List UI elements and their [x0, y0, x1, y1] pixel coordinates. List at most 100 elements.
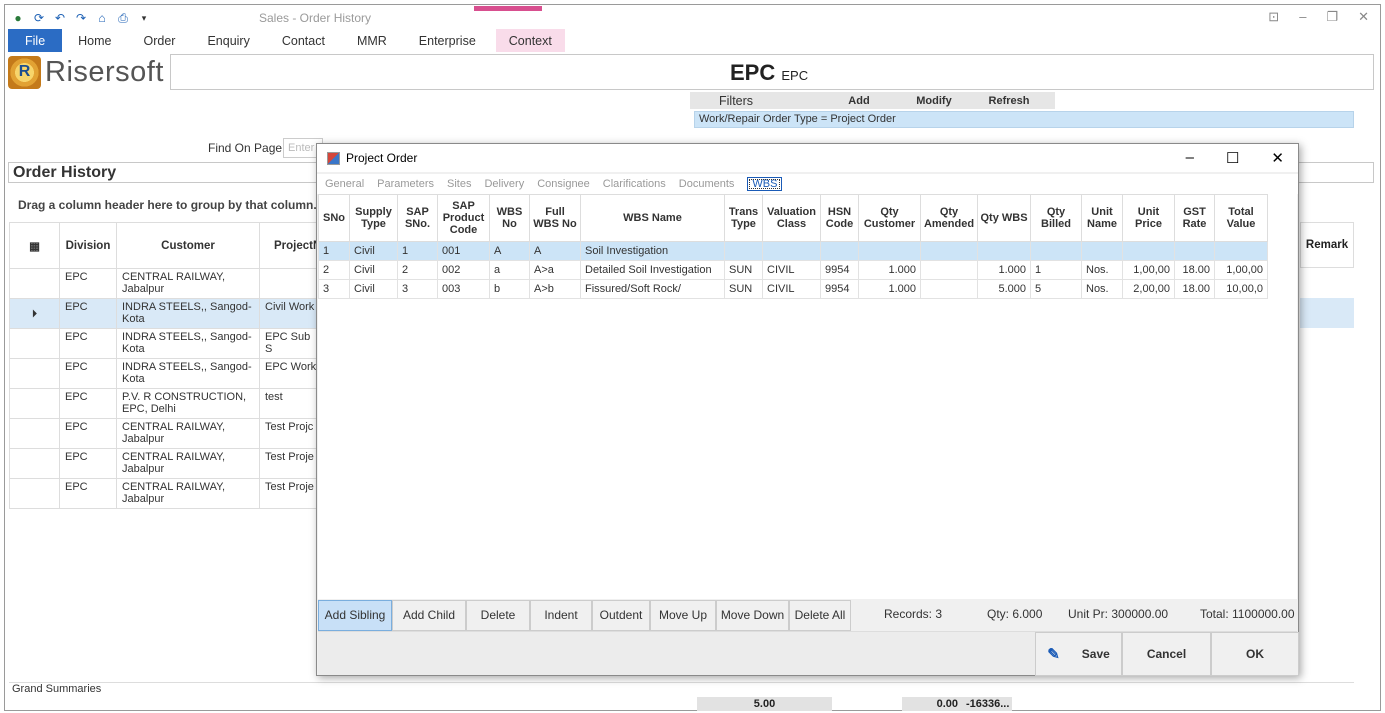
col-total-value[interactable]: Total Value: [1214, 194, 1268, 242]
outdent-button[interactable]: Outdent: [592, 599, 650, 631]
table-row[interactable]: EPC INDRA STEELS,, Sangod-Kota EPC Work: [9, 358, 323, 389]
col-unit-price[interactable]: Unit Price: [1122, 194, 1175, 242]
filter-add-button[interactable]: Add: [829, 95, 889, 107]
grand-total: Total: 1100000.00: [1200, 607, 1295, 621]
col-unit-name[interactable]: Unit Name: [1081, 194, 1123, 242]
column-project[interactable]: ProjectN: [258, 222, 323, 269]
table-row[interactable]: EPC P.V. R CONSTRUCTION, EPC, Delhi test: [9, 388, 323, 419]
col-qty-wbs[interactable]: Qty WBS: [977, 194, 1031, 242]
dialog-titlebar[interactable]: Project Order – ☐ ✕: [317, 144, 1298, 172]
records-count: Records: 3: [884, 607, 943, 621]
table-row[interactable]: 1 Civil 1 001 A A Soil Investigation: [318, 241, 1268, 261]
cell: 18.00: [1174, 260, 1215, 280]
ok-button[interactable]: OK: [1211, 632, 1299, 676]
menu-mmr[interactable]: MMR: [341, 29, 403, 52]
menu-context[interactable]: Context: [495, 29, 565, 52]
table-row[interactable]: EPC CENTRAL RAILWAY, Jabalpur: [9, 268, 323, 299]
filter-refresh-button[interactable]: Refresh: [979, 95, 1039, 107]
tab-documents[interactable]: Documents: [679, 178, 735, 190]
col-sap-sno[interactable]: SAP SNo.: [397, 194, 438, 242]
redo-icon[interactable]: ↷: [73, 10, 89, 26]
delete-button[interactable]: Delete: [466, 599, 530, 631]
cell: 5: [1030, 279, 1082, 299]
tab-general[interactable]: General: [325, 178, 364, 190]
cell: A>a: [529, 260, 581, 280]
col-sap-product-code[interactable]: SAP Product Code: [437, 194, 490, 242]
table-row[interactable]: 3 Civil 3 003 b A>b Fissured/Soft Rock/SUN CIVI…: [318, 279, 1268, 299]
col-sno[interactable]: SNo: [318, 194, 350, 242]
restore-icon[interactable]: ❐: [1326, 9, 1338, 25]
menu-enterprise[interactable]: Enterprise: [403, 29, 492, 52]
menu-contact[interactable]: Contact: [266, 29, 341, 52]
col-hsn-code[interactable]: HSN Code: [820, 194, 859, 242]
group-by-hint[interactable]: Drag a column header here to group by th…: [18, 198, 317, 212]
table-row[interactable]: EPC INDRA STEELS,, Sangod-Kota EPC Sub S: [9, 328, 323, 359]
close-icon[interactable]: ✕: [1271, 149, 1284, 167]
table-row[interactable]: EPC CENTRAL RAILWAY, Jabalpur Test Proje: [9, 478, 323, 509]
col-valuation-class[interactable]: Valuation Class: [762, 194, 821, 242]
cell-customer: CENTRAL RAILWAY, Jabalpur: [116, 418, 260, 449]
delete-all-button[interactable]: Delete All: [789, 599, 851, 631]
home-icon[interactable]: ⌂: [94, 10, 110, 26]
column-division[interactable]: Division: [59, 222, 117, 269]
table-row[interactable]: EPC CENTRAL RAILWAY, Jabalpur Test Proje: [9, 448, 323, 479]
dialog-title: Project Order: [346, 151, 418, 165]
add-sibling-button[interactable]: Add Sibling: [318, 599, 392, 631]
table-row[interactable]: ⏵ EPC INDRA STEELS,, Sangod-Kota Civil Work: [9, 298, 323, 329]
globe-icon[interactable]: ●: [10, 10, 26, 26]
indent-button[interactable]: Indent: [530, 599, 592, 631]
dropdown-icon[interactable]: ▾: [136, 10, 152, 26]
cell: 3: [397, 279, 438, 299]
cell: 1.000: [977, 260, 1031, 280]
column-customer[interactable]: Customer: [116, 222, 260, 269]
quick-access-toolbar: ● ⟳ ↶ ↷ ⌂ ⎙ ▾: [10, 9, 152, 27]
menu-order[interactable]: Order: [128, 29, 192, 52]
cell: 1: [318, 241, 350, 261]
col-qty-billed[interactable]: Qty Billed: [1030, 194, 1082, 242]
move-down-button[interactable]: Move Down: [716, 599, 789, 631]
cell: 1: [397, 241, 438, 261]
cell: [977, 241, 1031, 261]
undo-icon[interactable]: ↶: [52, 10, 68, 26]
col-wbs-name[interactable]: WBS Name: [580, 194, 725, 242]
menu-enquiry[interactable]: Enquiry: [191, 29, 265, 52]
table-row[interactable]: EPC CENTRAL RAILWAY, Jabalpur Test Projc: [9, 418, 323, 449]
col-trans-type[interactable]: Trans Type: [724, 194, 763, 242]
column-remark[interactable]: Remark: [1300, 222, 1354, 268]
filter-condition[interactable]: Work/Repair Order Type = Project Order: [694, 111, 1354, 128]
tab-parameters[interactable]: Parameters: [377, 178, 434, 190]
move-up-button[interactable]: Move Up: [650, 599, 716, 631]
close-icon[interactable]: ✕: [1358, 9, 1369, 25]
save-button[interactable]: ✎ Save: [1035, 632, 1122, 676]
tab-consignee[interactable]: Consignee: [537, 178, 590, 190]
minimize-icon[interactable]: –: [1299, 9, 1306, 25]
sync-icon[interactable]: ⟳: [31, 10, 47, 26]
cell-customer: CENTRAL RAILWAY, Jabalpur: [116, 268, 260, 299]
summary-value: 5.00: [697, 697, 832, 711]
menu-home[interactable]: Home: [62, 29, 127, 52]
print-icon[interactable]: ⎙: [115, 10, 131, 26]
maximize-icon[interactable]: ☐: [1226, 149, 1239, 167]
tab-wbs[interactable]: WBS: [747, 177, 783, 191]
filter-modify-button[interactable]: Modify: [889, 95, 979, 107]
tab-delivery[interactable]: Delivery: [484, 178, 524, 190]
cancel-button[interactable]: Cancel: [1122, 632, 1211, 676]
col-supply-type[interactable]: Supply Type: [349, 194, 398, 242]
tab-clarifications[interactable]: Clarifications: [603, 178, 666, 190]
cell-division: EPC: [59, 478, 117, 509]
col-full-wbs-no[interactable]: Full WBS No: [529, 194, 581, 242]
col-wbs-no[interactable]: WBS No: [489, 194, 530, 242]
add-child-button[interactable]: Add Child: [392, 599, 466, 631]
col-qty-amended[interactable]: Qty Amended: [920, 194, 978, 242]
pin-icon[interactable]: ⊡: [1268, 9, 1279, 25]
tab-sites[interactable]: Sites: [447, 178, 471, 190]
col-gst-rate[interactable]: GST Rate: [1174, 194, 1215, 242]
col-qty-customer[interactable]: Qty Customer: [858, 194, 921, 242]
column-chooser-icon[interactable]: ▦: [9, 222, 60, 269]
cell: SUN: [724, 260, 763, 280]
minimize-icon[interactable]: –: [1186, 149, 1194, 167]
menu-file[interactable]: File: [8, 29, 63, 52]
cell-division: EPC: [59, 328, 117, 359]
selected-row-remark: [1300, 298, 1354, 328]
table-row[interactable]: 2 Civil 2 002 a A>a Detailed Soil Investigatio…: [318, 260, 1268, 280]
